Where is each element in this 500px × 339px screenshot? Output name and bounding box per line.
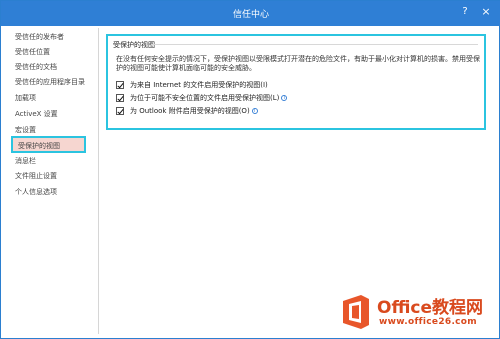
sidebar-item-trusted-publishers[interactable]: 受信任的发布者	[10, 31, 98, 44]
unsafe-locations-checkbox[interactable]	[116, 93, 124, 102]
dialog-title: 信任中心	[232, 10, 269, 20]
trust-center-dialog: 信任中心 ? × 受信任的发布者 受信任位置 受信任的文档 受信任的应用程序目录…	[0, 0, 500, 339]
main-panel: 受保护的视图 在没有任何安全提示的情况下，受保护视图以受限模式打开潜在的危险文件…	[101, 28, 496, 334]
sidebar-item-message-bar[interactable]: 消息栏	[10, 155, 98, 168]
protected-view-description: 在没有任何安全提示的情况下，受保护视图以受限模式打开潜在的危险文件，有助于最小化…	[116, 55, 480, 72]
outlook-attachments-label: 为 Outlook 附件启用受保护的视图(O)	[130, 106, 250, 115]
sidebar-item-privacy-options[interactable]: 个人信息选项	[10, 186, 98, 199]
sidebar-item-file-block-settings[interactable]: 文件阻止设置	[10, 170, 98, 183]
watermark-url: www.office26.com	[379, 317, 477, 327]
sidebar-item-trusted-documents[interactable]: 受信任的文档	[10, 61, 98, 74]
sidebar-item-add-ins[interactable]: 加载项	[10, 92, 98, 105]
outlook-attachments-checkbox[interactable]	[116, 106, 124, 115]
sidebar-item-trusted-app-catalogs[interactable]: 受信任的应用程序目录	[10, 76, 98, 89]
sidebar-item-activex-settings[interactable]: ActiveX 设置	[10, 108, 98, 121]
internet-files-label: 为来自 Internet 的文件启用受保护的视图(I)	[130, 80, 268, 89]
option-unsafe-locations[interactable]: 为位于可能不安全位置的文件启用受保护视图(L) i	[116, 92, 288, 103]
internet-files-checkbox[interactable]	[116, 80, 124, 89]
watermark-brand: Office教程网	[377, 298, 484, 318]
sidebar-nav: 受信任的发布者 受信任位置 受信任的文档 受信任的应用程序目录 加载项 Acti…	[7, 28, 99, 334]
close-button[interactable]: ×	[478, 5, 494, 19]
office-logo-icon	[343, 295, 369, 329]
option-outlook-attachments[interactable]: 为 Outlook 附件启用受保护的视图(O) i	[116, 105, 258, 116]
protected-view-group: 受保护的视图 在没有任何安全提示的情况下，受保护视图以受限模式打开潜在的危险文件…	[106, 34, 486, 130]
sidebar-item-protected-view[interactable]: 受保护的视图	[11, 136, 86, 153]
option-internet-files[interactable]: 为来自 Internet 的文件启用受保护的视图(I)	[116, 79, 268, 90]
sidebar-item-trusted-locations[interactable]: 受信任位置	[10, 46, 98, 59]
heading-divider	[151, 44, 478, 45]
unsafe-locations-label: 为位于可能不安全位置的文件启用受保护视图(L)	[130, 93, 280, 102]
info-icon[interactable]: i	[281, 94, 288, 101]
info-icon[interactable]: i	[251, 107, 258, 114]
group-heading: 受保护的视图	[113, 41, 155, 49]
watermark-logo: Office教程网 www.office26.com	[333, 291, 499, 337]
help-button[interactable]: ?	[457, 5, 473, 19]
title-bar: 信任中心 ? ×	[1, 1, 500, 26]
